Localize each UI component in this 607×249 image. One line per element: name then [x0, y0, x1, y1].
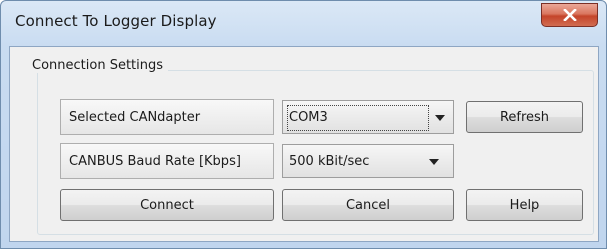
baud-rate-select-value: 500 kBit/sec [289, 153, 370, 169]
refresh-button[interactable]: Refresh [466, 101, 583, 133]
cancel-button[interactable]: Cancel [282, 189, 454, 221]
chevron-down-icon [435, 115, 445, 121]
baud-rate-select[interactable]: 500 kBit/sec [282, 144, 454, 178]
connect-button[interactable]: Connect [60, 189, 274, 221]
canbus-baud-rate-label: CANBUS Baud Rate [Kbps] [60, 143, 274, 179]
dialog-client-area: Connection Settings Selected CANdapter C… [9, 46, 599, 242]
title-bar[interactable]: Connect To Logger Display [1, 1, 606, 45]
chevron-down-icon [429, 159, 439, 165]
selected-candapter-label: Selected CANdapter [60, 99, 274, 135]
connection-settings-legend: Connection Settings [27, 58, 169, 73]
candapter-select-value: COM3 [289, 109, 328, 125]
close-button[interactable] [541, 3, 598, 27]
candapter-select[interactable]: COM3 [282, 100, 454, 134]
help-button[interactable]: Help [466, 189, 583, 221]
close-icon [562, 9, 577, 21]
connect-dialog: Connect To Logger Display Connection Set… [0, 0, 607, 249]
window-title: Connect To Logger Display [15, 12, 217, 30]
